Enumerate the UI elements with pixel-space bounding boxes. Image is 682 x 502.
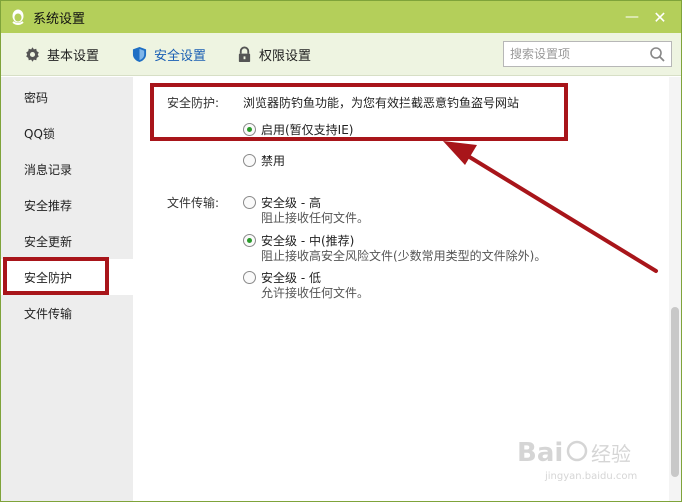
- svg-text:jingyan.baidu.com: jingyan.baidu.com: [544, 471, 637, 482]
- settings-toolbar: 基本设置 安全设置 权限设置: [1, 33, 681, 76]
- vertical-scrollbar[interactable]: [669, 77, 681, 501]
- security-high-description: 阻止接收任何文件。: [261, 211, 370, 225]
- tab-permission-settings[interactable]: 权限设置: [235, 43, 311, 65]
- watermark-logo: Bai 经验 jingyan.baidu.com: [517, 438, 637, 482]
- title-bar: 系统设置 — ✕: [1, 1, 681, 33]
- gear-icon: [23, 45, 41, 63]
- security-low-description: 允许接收任何文件。: [261, 286, 370, 300]
- tab-label: 基本设置: [47, 48, 100, 64]
- window-title: 系统设置: [33, 11, 86, 27]
- sidebar-item-file-transfer[interactable]: 文件传输: [1, 295, 133, 331]
- svg-text:Bai: Bai: [517, 438, 563, 468]
- sidebar-item-password[interactable]: 密码: [1, 79, 133, 115]
- radio-button[interactable]: [243, 271, 256, 284]
- sidebar-item-label: 密码: [24, 90, 49, 105]
- qq-penguin-icon: [12, 9, 24, 25]
- tab-label: 权限设置: [259, 48, 312, 64]
- security-protection-label: 安全防护:: [167, 96, 220, 110]
- settings-window: 系统设置 — ✕ 基本设置 安全设置 权限设置 密码 Q: [0, 0, 682, 502]
- file-transfer-label: 文件传输:: [167, 196, 220, 210]
- sidebar-item-label: 消息记录: [24, 162, 73, 177]
- sidebar-item-qq-lock[interactable]: QQ锁: [1, 115, 133, 151]
- tab-label: 安全设置: [154, 48, 207, 64]
- radio-enable-protection[interactable]: 启用(暂仅支持IE): [243, 121, 354, 138]
- radio-button[interactable]: [243, 123, 256, 136]
- baidu-jingyan-watermark: Bai 经验 jingyan.baidu.com: [517, 425, 647, 485]
- search-input[interactable]: [510, 43, 650, 65]
- sidebar-item-security-update[interactable]: 安全更新: [1, 223, 133, 259]
- sidebar-item-label: 文件传输: [24, 306, 73, 321]
- radio-button[interactable]: [243, 154, 256, 167]
- sidebar-item-label: QQ锁: [24, 126, 55, 141]
- security-medium-description: 阻止接收高安全风险文件(少数常用类型的文件除外)。: [261, 249, 547, 263]
- sidebar-item-label: 安全推荐: [24, 198, 73, 213]
- sidebar-item-security-recommend[interactable]: 安全推荐: [1, 187, 133, 223]
- anti-phishing-description: 浏览器防钓鱼功能，为您有效拦截恶意钓鱼盗号网站: [243, 96, 520, 110]
- radio-label: 启用(暂仅支持IE): [261, 123, 354, 137]
- sidebar-item-label: 安全更新: [24, 234, 73, 249]
- radio-button[interactable]: [243, 196, 256, 209]
- tab-basic-settings[interactable]: 基本设置: [23, 43, 99, 65]
- radio-label: 禁用: [261, 154, 286, 168]
- minimize-button[interactable]: —: [623, 8, 641, 26]
- shield-icon: [130, 45, 148, 63]
- sidebar: 密码 QQ锁 消息记录 安全推荐 安全更新 安全防护 文件传输: [1, 77, 133, 501]
- radio-disable-protection[interactable]: 禁用: [243, 152, 285, 169]
- radio-button[interactable]: [243, 234, 256, 247]
- close-button[interactable]: ✕: [651, 7, 669, 27]
- lock-icon: [235, 45, 253, 63]
- close-icon: ✕: [653, 7, 667, 27]
- minimize-icon: —: [625, 9, 639, 25]
- sidebar-item-security-protection[interactable]: 安全防护: [1, 259, 133, 295]
- sidebar-item-label: 安全防护: [24, 270, 73, 285]
- search-icon[interactable]: [649, 46, 665, 62]
- svg-text:经验: 经验: [591, 442, 631, 466]
- scrollbar-thumb[interactable]: [671, 307, 679, 477]
- tab-security-settings[interactable]: 安全设置: [130, 43, 206, 65]
- search-box[interactable]: [503, 41, 672, 67]
- sidebar-item-message-history[interactable]: 消息记录: [1, 151, 133, 187]
